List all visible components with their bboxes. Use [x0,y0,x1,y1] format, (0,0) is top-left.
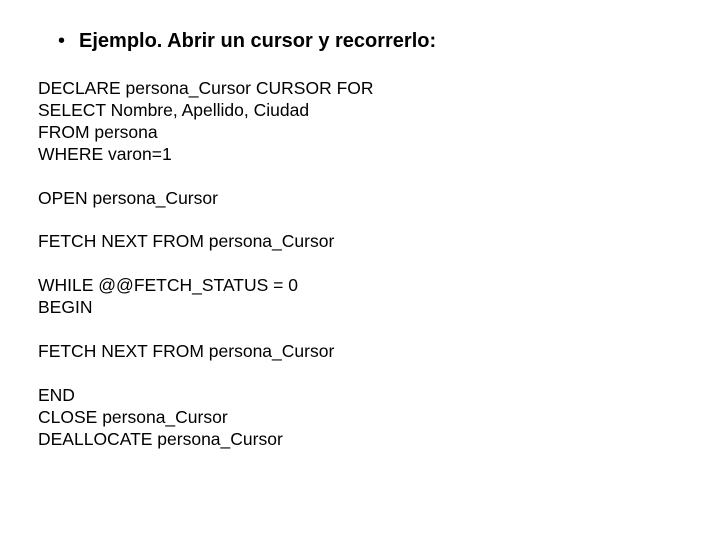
code-line: SELECT Nombre, Apellido, Ciudad [38,100,682,122]
code-line: WHILE @@FETCH_STATUS = 0 [38,275,682,297]
code-line: CLOSE persona_Cursor [38,407,682,429]
bullet-icon: • [58,28,65,54]
code-line: BEGIN [38,297,682,319]
code-block: DECLARE persona_Cursor CURSOR FOR SELECT… [38,78,682,451]
slide-title: • Ejemplo. Abrir un cursor y recorrerlo: [58,28,682,54]
code-line: END [38,385,682,407]
code-line: FETCH NEXT FROM persona_Cursor [38,341,682,363]
code-line: FROM persona [38,122,682,144]
code-line: DECLARE persona_Cursor CURSOR FOR [38,78,682,100]
code-line: WHERE varon=1 [38,144,682,166]
code-line: OPEN persona_Cursor [38,188,682,210]
code-line: DEALLOCATE persona_Cursor [38,429,682,451]
title-text: Ejemplo. Abrir un cursor y recorrerlo: [79,28,436,54]
code-line: FETCH NEXT FROM persona_Cursor [38,231,682,253]
